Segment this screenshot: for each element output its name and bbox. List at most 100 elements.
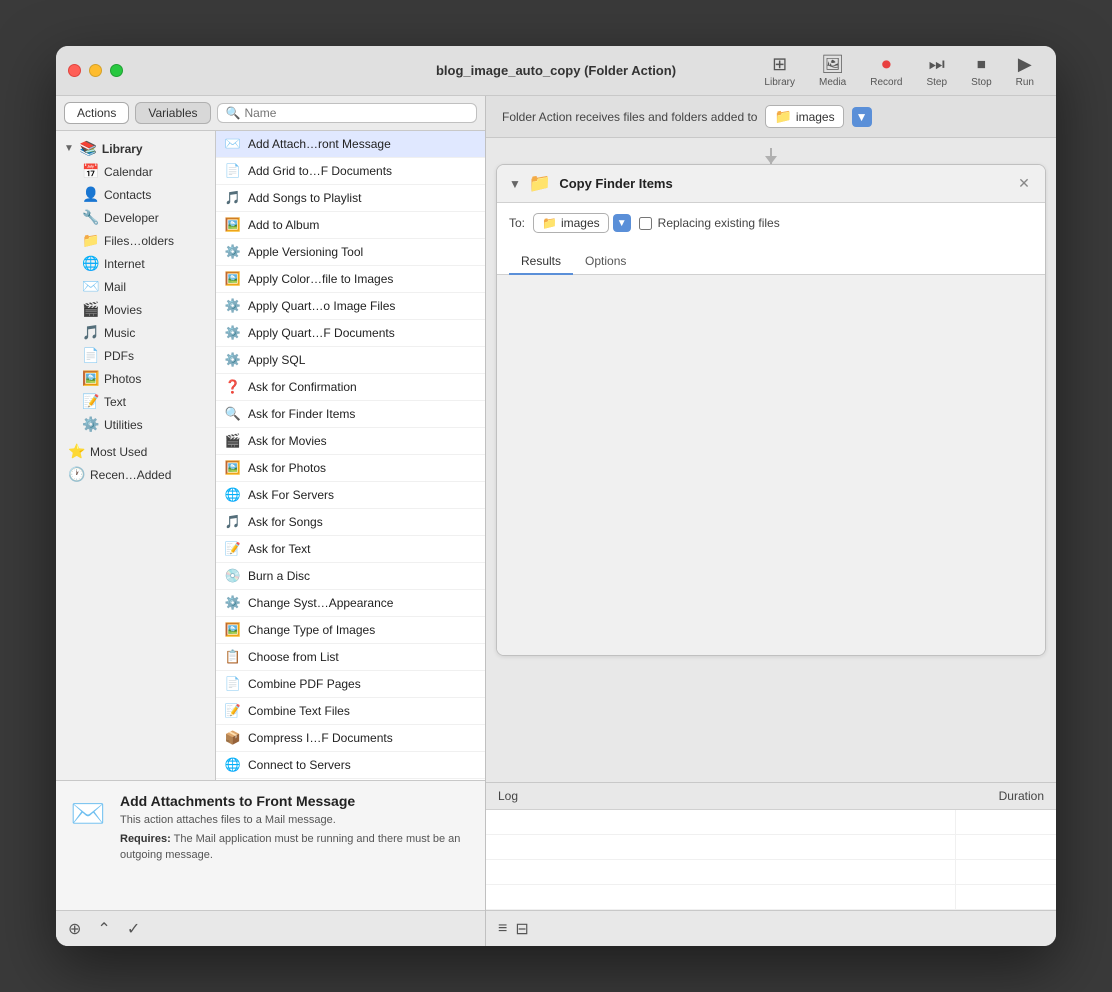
sidebar-item-calendar[interactable]: 📅 Calendar — [56, 160, 215, 183]
sidebar-item-label: Utilities — [104, 418, 143, 432]
contacts-icon: 👤 — [82, 186, 98, 203]
action-label: Ask for Photos — [248, 461, 326, 475]
sidebar-item-text[interactable]: 📝 Text — [56, 390, 215, 413]
list-item[interactable]: ✉️ Add Attach…ront Message — [216, 131, 485, 158]
list-item[interactable]: 🎵 Ask for Songs — [216, 509, 485, 536]
music-icon: 🎵 — [82, 324, 98, 341]
sidebar-item-label: Files…olders — [104, 234, 174, 248]
list-item[interactable]: ⚙️ Apply Quart…F Documents — [216, 320, 485, 347]
sidebar-item-label: Mail — [104, 280, 126, 294]
media-button[interactable]: 🖼 Media — [809, 50, 856, 92]
sidebar-item-mail[interactable]: ✉️ Mail — [56, 275, 215, 298]
list-item[interactable]: 📋 Choose from List — [216, 644, 485, 671]
card-close-button[interactable]: ✕ — [1015, 175, 1033, 193]
list-item[interactable]: 🎵 Add Songs to Playlist — [216, 185, 485, 212]
chevron-button[interactable]: ⌃ — [93, 917, 114, 941]
list-item[interactable]: ⚙️ Apply Quart…o Image Files — [216, 293, 485, 320]
action-label: Compress I…F Documents — [248, 731, 393, 745]
sidebar-item-most-used[interactable]: ⭐ Most Used — [56, 440, 215, 463]
sidebar-item-contacts[interactable]: 👤 Contacts — [56, 183, 215, 206]
stop-button[interactable]: ⏹ Stop — [961, 50, 1002, 92]
run-button[interactable]: ▶ Run — [1006, 50, 1044, 92]
list-item[interactable]: 📝 Combine Text Files — [216, 698, 485, 725]
sidebar: ▼ 📚 Library 📅 Calendar 👤 Contacts — [56, 131, 216, 780]
record-label: Record — [870, 77, 902, 88]
record-button[interactable]: ⏺ Record — [860, 50, 912, 92]
list-item[interactable]: 🖼️ Change Type of Images — [216, 617, 485, 644]
duration-column-header: Duration — [944, 789, 1044, 803]
step-button[interactable]: ⏭ Step — [916, 50, 957, 92]
action-icon: 🖼️ — [224, 459, 242, 477]
list-item[interactable]: 🌐 Connect to Servers — [216, 752, 485, 779]
minimize-button[interactable] — [89, 64, 102, 77]
sidebar-item-developer[interactable]: 🔧 Developer — [56, 206, 215, 229]
results-tab[interactable]: Results — [509, 249, 573, 275]
folder-select-button[interactable]: ▼ — [852, 107, 872, 127]
split-view-button[interactable]: ⊟ — [515, 919, 528, 939]
card-chevron-icon[interactable]: ▼ — [509, 177, 521, 191]
variables-tab[interactable]: Variables — [135, 102, 210, 124]
action-icon: 🌐 — [224, 756, 242, 774]
sidebar-item-internet[interactable]: 🌐 Internet — [56, 252, 215, 275]
sidebar-item-music[interactable]: 🎵 Music — [56, 321, 215, 344]
preview-requires: Requires: The Mail application must be r… — [120, 832, 473, 863]
action-icon: 🖼️ — [224, 270, 242, 288]
preview-title: Add Attachments to Front Message — [120, 793, 473, 809]
sidebar-item-files[interactable]: 📁 Files…olders — [56, 229, 215, 252]
pdfs-icon: 📄 — [82, 347, 98, 364]
list-view-button[interactable]: ≡ — [498, 920, 507, 938]
list-item[interactable]: 🖼️ Add to Album — [216, 212, 485, 239]
action-icon: ⚙️ — [224, 297, 242, 315]
list-item[interactable]: ⚙️ Apply SQL — [216, 347, 485, 374]
folder-badge[interactable]: 📁 images — [765, 105, 843, 128]
options-tab[interactable]: Options — [573, 249, 638, 275]
action-label: Add Grid to…F Documents — [248, 164, 392, 178]
list-item[interactable]: ❓ Ask for Confirmation — [216, 374, 485, 401]
library-button[interactable]: ⊞ Library — [754, 50, 805, 92]
list-item[interactable]: 📄 Combine PDF Pages — [216, 671, 485, 698]
list-item[interactable]: 🌐 Ask For Servers — [216, 482, 485, 509]
sidebar-item-utilities[interactable]: ⚙️ Utilities — [56, 413, 215, 436]
sidebar-item-photos[interactable]: 🖼️ Photos — [56, 367, 215, 390]
action-label: Apple Versioning Tool — [248, 245, 363, 259]
action-icon: 📄 — [224, 675, 242, 693]
action-icon: ⚙️ — [224, 324, 242, 342]
replace-label: Replacing existing files — [658, 216, 780, 230]
list-item[interactable]: ⚙️ Apple Versioning Tool — [216, 239, 485, 266]
list-item[interactable]: 💿 Burn a Disc — [216, 563, 485, 590]
close-button[interactable] — [68, 64, 81, 77]
list-item[interactable]: 📦 Compress I…F Documents — [216, 725, 485, 752]
sidebar-item-library[interactable]: ▼ 📚 Library — [56, 137, 215, 160]
action-icon: ⚙️ — [224, 351, 242, 369]
form-row-to: To: 📁 images ▼ Replacing existing f — [509, 213, 1033, 233]
add-button[interactable]: ⊕ — [64, 917, 85, 941]
actions-tab[interactable]: Actions — [64, 102, 129, 124]
check-button[interactable]: ✓ — [123, 917, 144, 941]
info-text: Folder Action receives files and folders… — [502, 110, 757, 124]
maximize-button[interactable] — [110, 64, 123, 77]
action-label: Burn a Disc — [248, 569, 310, 583]
sidebar-item-label: Calendar — [104, 165, 153, 179]
list-item[interactable]: 🖼️ Apply Color…file to Images — [216, 266, 485, 293]
dest-folder-select-button[interactable]: ▼ — [613, 214, 631, 232]
action-icon: 🖼️ — [224, 621, 242, 639]
sidebar-item-recently-added[interactable]: 🕐 Recen…Added — [56, 463, 215, 486]
folder-select-group: 📁 images ▼ — [533, 213, 631, 233]
record-icon: ⏺ — [882, 54, 891, 75]
search-input[interactable] — [244, 106, 468, 120]
list-item[interactable]: 🎬 Ask for Movies — [216, 428, 485, 455]
sidebar-item-movies[interactable]: 🎬 Movies — [56, 298, 215, 321]
list-item[interactable]: 📝 Ask for Text — [216, 536, 485, 563]
list-item[interactable]: ⚙️ Change Syst…Appearance — [216, 590, 485, 617]
replace-checkbox[interactable] — [639, 217, 652, 230]
list-item[interactable]: 🖼️ Ask for Photos — [216, 455, 485, 482]
sidebar-item-pdfs[interactable]: 📄 PDFs — [56, 344, 215, 367]
destination-folder-badge[interactable]: 📁 images — [533, 213, 609, 233]
action-label: Connect to Servers — [248, 758, 351, 772]
connector-arrow — [765, 156, 777, 164]
library-sidebar-icon: 📚 — [80, 140, 96, 157]
preview-description: This action attaches files to a Mail mes… — [120, 813, 473, 828]
list-item[interactable]: 🔍 Ask for Finder Items — [216, 401, 485, 428]
action-label: Ask for Confirmation — [248, 380, 357, 394]
list-item[interactable]: 📄 Add Grid to…F Documents — [216, 158, 485, 185]
